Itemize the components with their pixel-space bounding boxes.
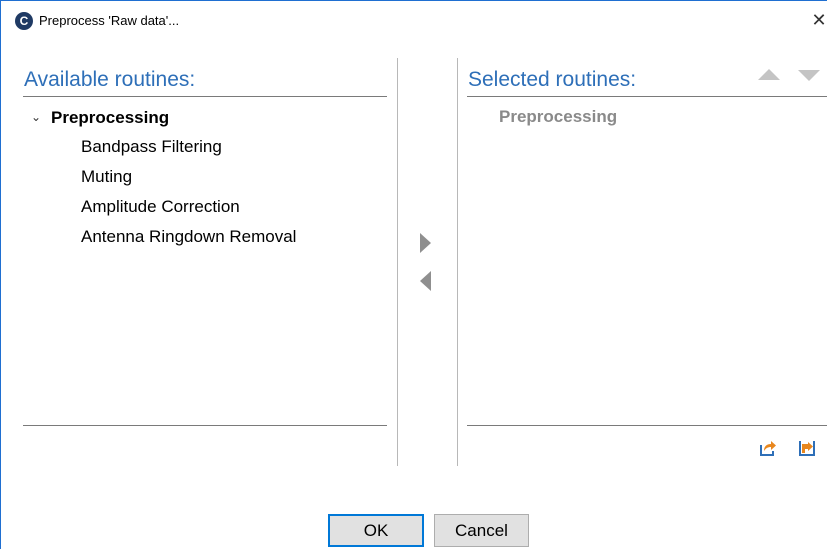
ok-button[interactable]: OK [328, 514, 424, 547]
title-bar[interactable]: C Preprocess 'Raw data'... ✕ [1, 1, 827, 41]
left-splitter [397, 58, 398, 466]
routine-item-muting[interactable]: Muting [81, 165, 132, 189]
triangle-up-icon[interactable] [758, 69, 780, 80]
routine-item-antenna-ringdown-removal[interactable]: Antenna Ringdown Removal [81, 225, 296, 249]
tree-group-preprocessing[interactable]: ⌄ Preprocessing [31, 105, 169, 130]
triangle-down-icon[interactable] [798, 70, 820, 81]
tree-group-label: Preprocessing [51, 108, 170, 127]
routine-item-amplitude-correction[interactable]: Amplitude Correction [81, 195, 240, 219]
selected-routines-heading: Selected routines: [468, 68, 637, 91]
window-title: Preprocess 'Raw data'... [39, 13, 180, 28]
available-routines-heading: Available routines: [24, 68, 196, 91]
arrow-right-icon[interactable] [420, 233, 431, 253]
export-icon[interactable] [758, 438, 778, 458]
app-logo-icon: C [15, 12, 33, 30]
routine-item-bandpass-filtering[interactable]: Bandpass Filtering [81, 135, 222, 159]
chevron-down-icon[interactable]: ⌄ [31, 105, 51, 129]
right-splitter [457, 58, 458, 466]
close-button[interactable]: ✕ [811, 7, 827, 33]
selected-group-preprocessing[interactable]: Preprocessing [499, 105, 617, 129]
arrow-left-icon[interactable] [420, 271, 431, 291]
dialog-window: C Preprocess 'Raw data'... ✕ Available r… [0, 0, 827, 549]
selected-heading-divider [467, 96, 827, 97]
available-list-bottom-divider [23, 425, 387, 426]
import-icon[interactable] [797, 438, 817, 458]
cancel-button[interactable]: Cancel [434, 514, 529, 547]
selected-list-bottom-divider [467, 425, 827, 426]
available-heading-divider [23, 96, 387, 97]
